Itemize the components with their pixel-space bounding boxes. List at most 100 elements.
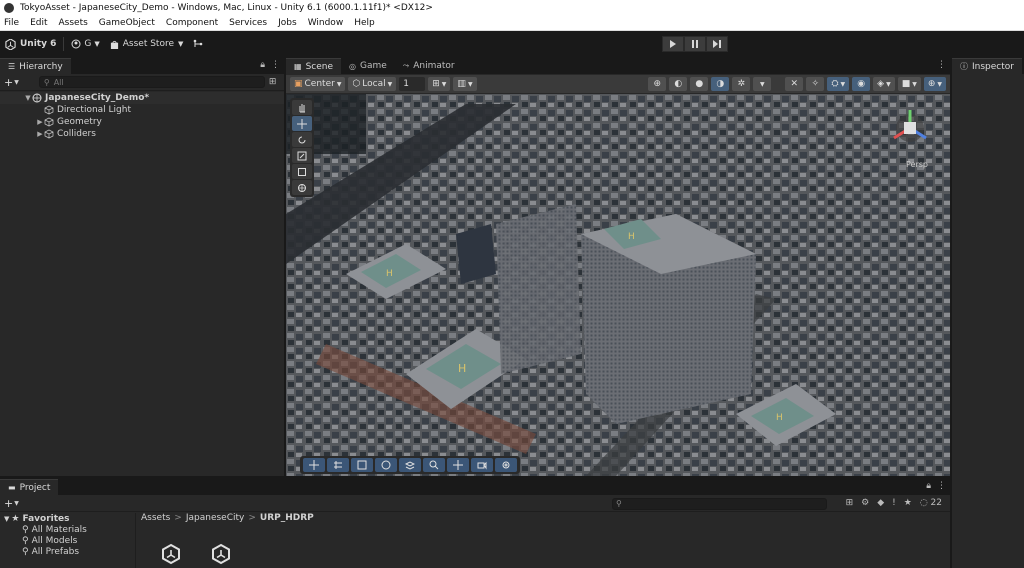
overlay-move-button[interactable]: [303, 458, 325, 472]
tree-row-directional-light[interactable]: Directional Light: [0, 104, 284, 116]
tab-inspector[interactable]: ⓘ Inspector: [952, 58, 1022, 74]
overlay-grid-button[interactable]: [327, 458, 349, 472]
rect-tool-button[interactable]: [292, 164, 312, 179]
city-render-image: H H H H: [286, 94, 950, 476]
scale-tool-button[interactable]: [292, 148, 312, 163]
overlay-layers-button[interactable]: [399, 458, 421, 472]
create-button[interactable]: +: [4, 76, 13, 89]
overlay-settings-button[interactable]: [495, 458, 517, 472]
chevron-down-icon: ▼: [760, 80, 765, 88]
transform-tool-button[interactable]: [292, 180, 312, 195]
unity-package-icon[interactable]: [160, 543, 182, 565]
label-icon[interactable]: ◆: [877, 498, 884, 508]
tab-game[interactable]: ◎ Game: [341, 58, 395, 74]
pivot-space-dropdown[interactable]: ⬡ Local ▼: [348, 77, 397, 91]
version-control-button[interactable]: [188, 35, 208, 53]
dropdown-button[interactable]: ▼: [753, 77, 772, 91]
kebab-menu-icon[interactable]: ⋮: [937, 60, 946, 70]
overlay-search-button[interactable]: [423, 458, 445, 472]
menu-component[interactable]: Component: [166, 18, 218, 28]
scene-visibility-icon[interactable]: ⊞: [269, 77, 277, 87]
menu-services[interactable]: Services: [229, 18, 267, 28]
pause-button[interactable]: [684, 36, 706, 52]
step-button[interactable]: [706, 36, 728, 52]
grid-snap-dropdown[interactable]: ⊞ ▼: [428, 77, 451, 91]
menu-window[interactable]: Window: [308, 18, 344, 28]
shaded-mode-button[interactable]: ◐: [669, 77, 688, 91]
collapsed-arrow-icon[interactable]: ▶: [36, 118, 44, 126]
filter-icon[interactable]: ⚙: [861, 498, 869, 508]
rotate-icon: [298, 136, 306, 143]
play-button[interactable]: [662, 36, 684, 52]
lock-icon[interactable]: 🔒︎: [260, 60, 265, 70]
menu-assets[interactable]: Assets: [59, 18, 88, 28]
collapsed-arrow-icon[interactable]: ▶: [36, 130, 44, 138]
favorite-all-prefabs[interactable]: ⚲ All Prefabs: [0, 546, 135, 557]
tab-scene[interactable]: ▦ Scene: [286, 58, 342, 74]
lit-mode-button[interactable]: ●: [690, 77, 709, 91]
overlay-pan-button[interactable]: [447, 458, 469, 472]
fx-icon: ✧: [811, 79, 820, 89]
camera-dropdown[interactable]: ■ ▼: [897, 77, 921, 91]
debug-button[interactable]: ✲: [732, 77, 751, 91]
shading-active-button[interactable]: ◑: [711, 77, 730, 91]
asset-store-button[interactable]: Asset Store ▼: [105, 35, 189, 53]
overlay-snap-button[interactable]: [351, 458, 373, 472]
favorite-all-materials[interactable]: ⚲ All Materials: [0, 524, 135, 535]
warning-icon[interactable]: !: [892, 498, 896, 508]
tab-project[interactable]: ▬ Project: [0, 479, 59, 495]
breadcrumb-japanesecity[interactable]: JapaneseCity: [186, 513, 245, 523]
tab-hierarchy[interactable]: ☰ Hierarchy: [0, 58, 71, 74]
effects-dropdown[interactable]: ⛭ ▼: [827, 77, 850, 91]
info-icon: ⓘ: [960, 62, 968, 71]
tree-row-scene[interactable]: ▼ JapaneseCity_Demo*: [0, 92, 284, 104]
overlay-camera-button[interactable]: [471, 458, 493, 472]
layers-dropdown[interactable]: ◈ ▼: [873, 77, 895, 91]
audio-toggle-button[interactable]: ✕: [785, 77, 804, 91]
gizmos-dropdown[interactable]: ⊕ ▼: [923, 77, 946, 91]
snap-increment-field[interactable]: 1: [399, 77, 426, 91]
tab-animator[interactable]: ⤳ Animator: [394, 58, 463, 74]
favorite-all-models[interactable]: ⚲ All Models: [0, 535, 135, 546]
view-tool-button[interactable]: [292, 100, 312, 115]
kebab-menu-icon[interactable]: ⋮: [937, 481, 946, 491]
scene-viewport[interactable]: H H H H Persp: [286, 94, 950, 476]
create-button[interactable]: +: [4, 497, 13, 510]
kebab-menu-icon[interactable]: ⋮: [271, 60, 280, 70]
overlay-lighting-button[interactable]: [375, 458, 397, 472]
hidden-packages-toggle[interactable]: ◌ 22: [920, 498, 942, 508]
expand-arrow-icon[interactable]: ▼: [4, 515, 9, 523]
breadcrumb-assets[interactable]: Assets: [141, 513, 170, 523]
hierarchy-panel: ☰ Hierarchy 🔒︎ ⋮ + ▼ ⚲ All ⊞ ▼ JapaneseC…: [0, 58, 284, 476]
favorites-header[interactable]: ▼ ★ Favorites: [0, 513, 135, 524]
menu-gameobject[interactable]: GameObject: [99, 18, 155, 28]
menu-help[interactable]: Help: [354, 18, 375, 28]
tree-row-geometry[interactable]: ▶ Geometry: [0, 116, 284, 128]
visibility-toggle-button[interactable]: ◉: [852, 77, 871, 91]
breadcrumb: Assets > JapaneseCity > URP_HDRP: [141, 513, 314, 523]
unity-version-button[interactable]: Unity 6: [0, 35, 61, 53]
menu-jobs[interactable]: Jobs: [278, 18, 297, 28]
account-button[interactable]: G ▼: [66, 35, 104, 53]
search-by-type-icon[interactable]: ⊞: [846, 498, 854, 508]
breadcrumb-urp-hdrp[interactable]: URP_HDRP: [260, 513, 314, 523]
menu-edit[interactable]: Edit: [30, 18, 47, 28]
eye-icon: ◉: [857, 79, 866, 89]
view-projection-label[interactable]: Persp: [906, 160, 928, 169]
expand-arrow-icon[interactable]: ▼: [24, 94, 32, 102]
project-search-input[interactable]: ⚲: [612, 498, 827, 510]
project-panel: ▬ Project 🔒︎ ⋮ + ▼ ⚲ ⊞ ⚙ ◆ ! ★ ◌ 22 ▼ ★: [0, 479, 950, 568]
pivot-mode-dropdown[interactable]: ▣ Center ▼: [290, 77, 346, 91]
fx-toggle-button[interactable]: ✧: [806, 77, 825, 91]
menu-file[interactable]: File: [4, 18, 19, 28]
rotate-tool-button[interactable]: [292, 132, 312, 147]
unity-package-icon[interactable]: [210, 543, 232, 565]
draw-mode-button[interactable]: ⊕: [648, 77, 667, 91]
lock-icon[interactable]: 🔒︎: [926, 481, 931, 491]
star-icon[interactable]: ★: [904, 498, 912, 508]
increment-snap-dropdown[interactable]: ▥ ▼: [453, 77, 477, 91]
move-tool-button[interactable]: [292, 116, 312, 131]
tree-row-colliders[interactable]: ▶ Colliders: [0, 128, 284, 140]
hierarchy-search-input[interactable]: ⚲ All: [38, 76, 265, 88]
project-toolbar-icons: ⊞ ⚙ ◆ ! ★ ◌ 22: [846, 498, 942, 508]
